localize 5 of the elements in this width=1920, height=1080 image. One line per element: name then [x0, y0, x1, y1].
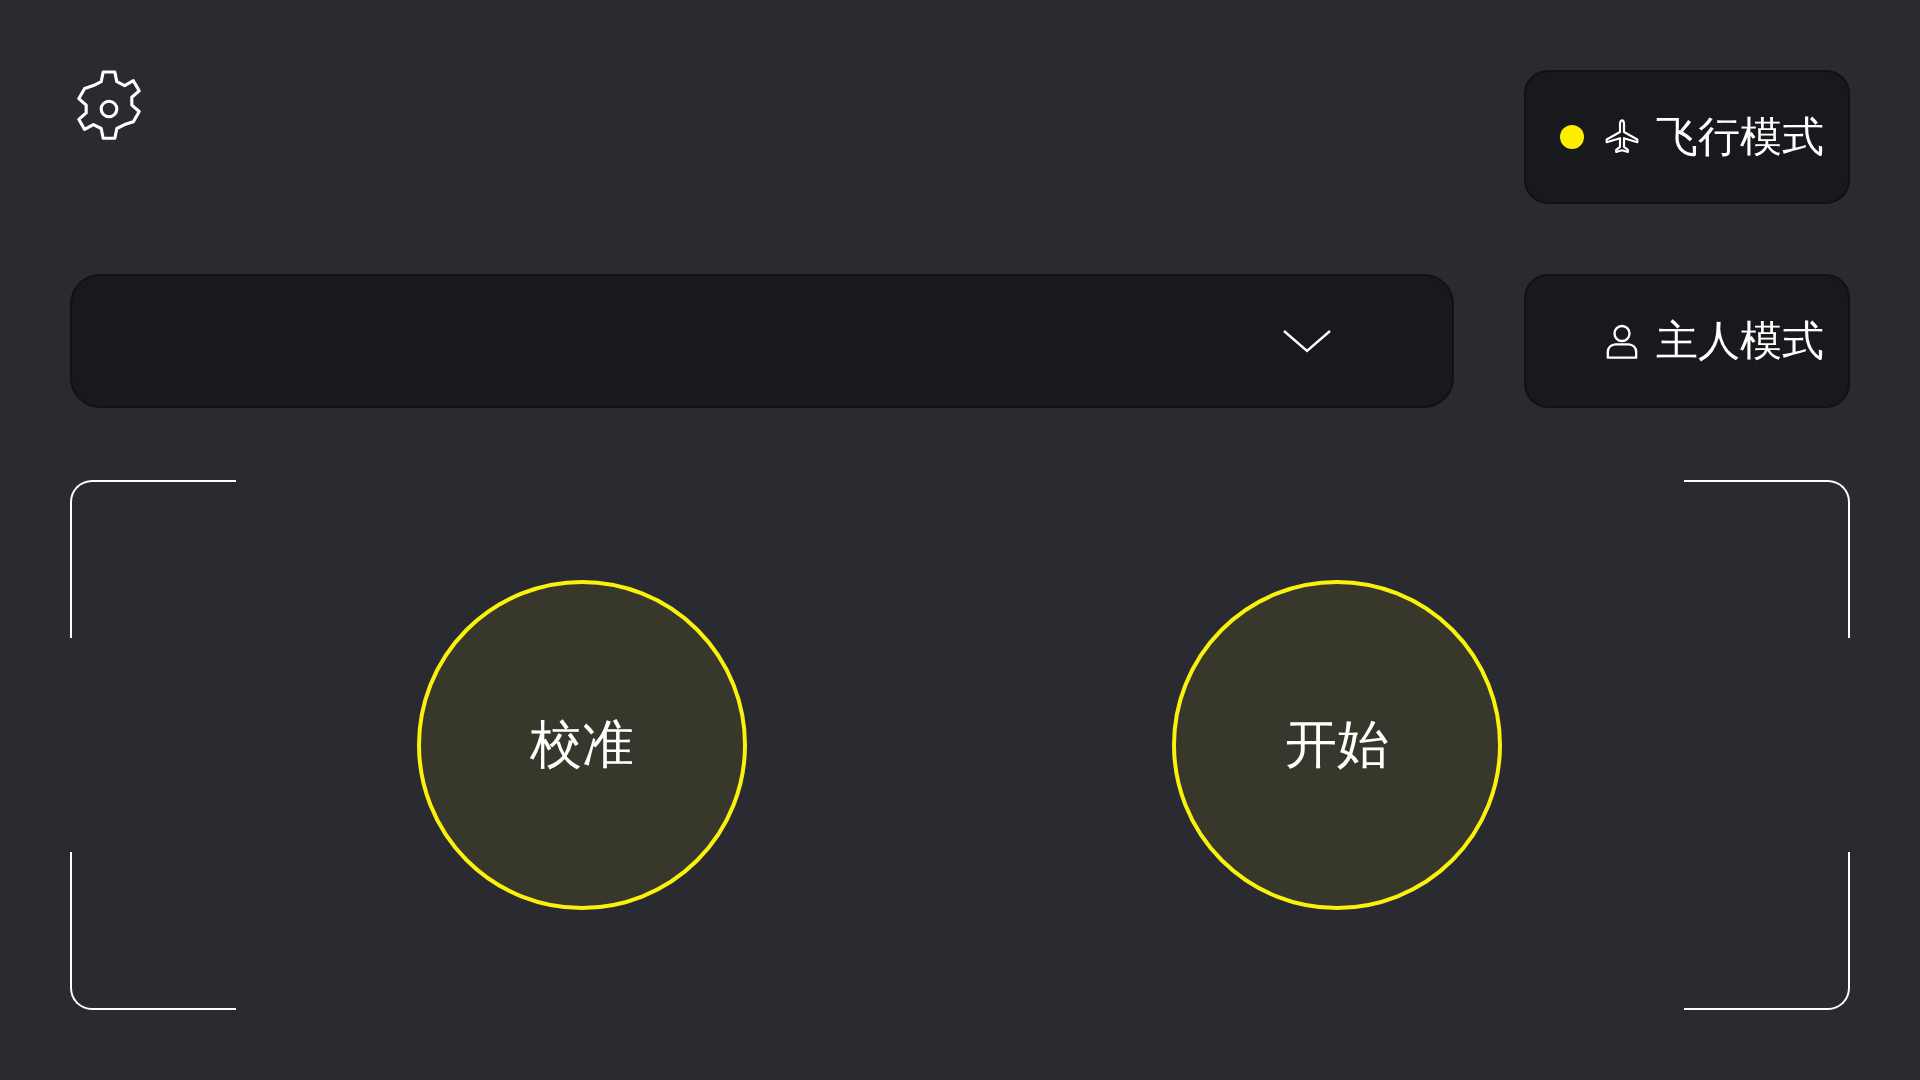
- chevron-icon: [1282, 329, 1332, 353]
- mode-button[interactable]: 主人模式: [1524, 274, 1850, 408]
- round-button[interactable]: 校准: [417, 580, 747, 910]
- round-button[interactable]: 开始: [1172, 580, 1502, 910]
- mode-button[interactable]: 飞行模式: [1524, 70, 1850, 204]
